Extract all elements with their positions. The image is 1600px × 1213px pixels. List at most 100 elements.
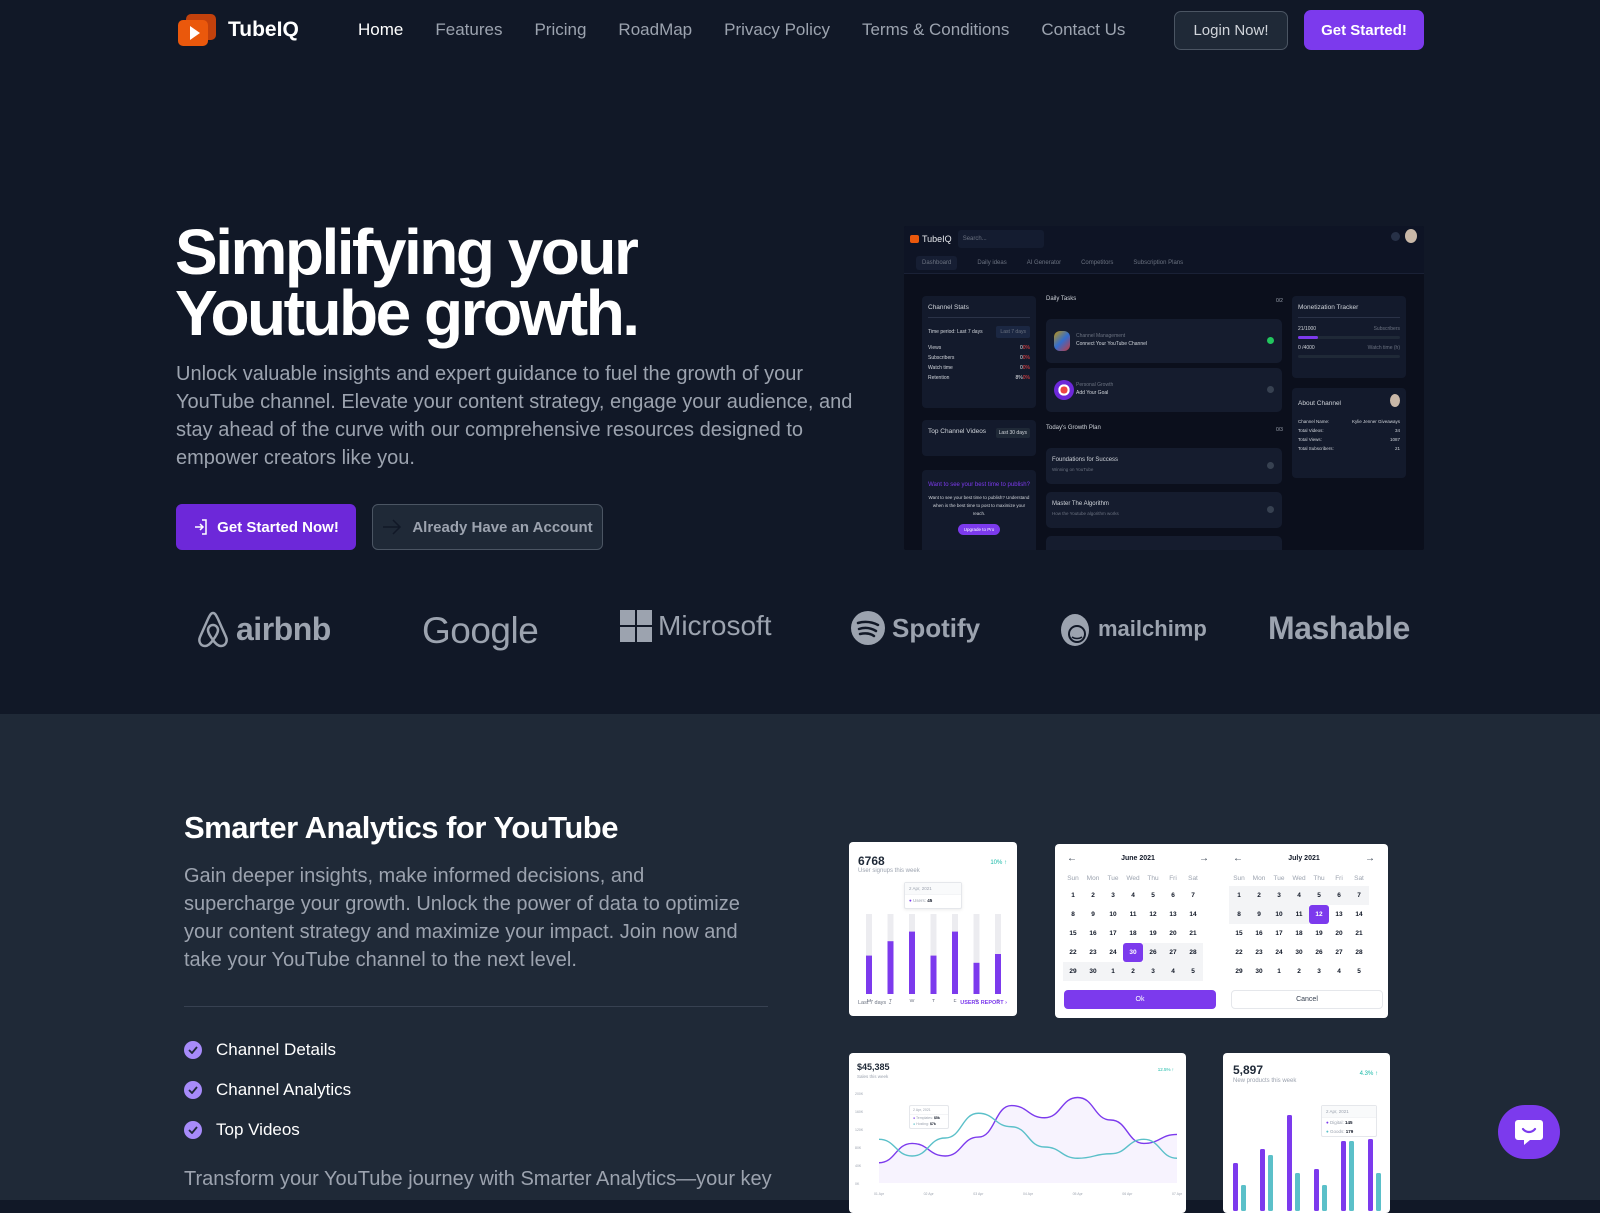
preview-about-value: Kylie Jenner Giveaways xyxy=(1351,419,1400,424)
calendar-day[interactable]: 13 xyxy=(1329,905,1349,924)
calendar-day[interactable]: 26 xyxy=(1309,943,1329,962)
calendar-day[interactable]: 22 xyxy=(1063,943,1083,962)
calendar-day[interactable]: 19 xyxy=(1143,924,1163,943)
calendar-day[interactable]: 20 xyxy=(1329,924,1349,943)
calendar-day[interactable]: 2 xyxy=(1289,962,1309,981)
calendar-day[interactable]: 21 xyxy=(1349,924,1369,943)
calendar-day[interactable]: 4 xyxy=(1329,962,1349,981)
calendar-day[interactable]: 29 xyxy=(1229,962,1249,981)
calendar-day[interactable]: 6 xyxy=(1329,886,1349,905)
calendar-day[interactable]: 9 xyxy=(1083,905,1103,924)
prev-month-icon[interactable]: ← xyxy=(1233,853,1243,864)
calendar-day[interactable]: 30 xyxy=(1289,943,1309,962)
nav-link-roadmap[interactable]: RoadMap xyxy=(618,20,692,40)
preview-period-label: Time period: Last 7 days xyxy=(928,329,983,335)
nav-link-home[interactable]: Home xyxy=(358,20,403,40)
login-button[interactable]: Login Now! xyxy=(1174,11,1288,50)
calendar-day[interactable]: 24 xyxy=(1103,943,1123,962)
calendar-day[interactable]: 3 xyxy=(1143,962,1163,981)
calendar-day[interactable]: 30 xyxy=(1249,962,1269,981)
x-tick-label: 07 Apr xyxy=(1172,1192,1183,1196)
already-have-account-button[interactable]: Already Have an Account xyxy=(372,504,603,550)
nav-link-contact[interactable]: Contact Us xyxy=(1041,20,1125,40)
signups-range-select[interactable]: Last 7 days ⌄ xyxy=(858,1000,892,1006)
calendar-day[interactable]: 27 xyxy=(1163,943,1183,962)
calendar-day[interactable]: 30 xyxy=(1123,943,1143,962)
calendar-day[interactable]: 26 xyxy=(1143,943,1163,962)
calendar-day[interactable]: 4 xyxy=(1163,962,1183,981)
calendar-day[interactable]: 3 xyxy=(1309,962,1329,981)
y-tick-label: 40K xyxy=(855,1164,862,1168)
calendar-day[interactable]: 2 xyxy=(1123,962,1143,981)
calendar-day[interactable]: 7 xyxy=(1349,886,1369,905)
calendar-day[interactable]: 1 xyxy=(1063,886,1083,905)
preview-watch-value: 0 /4000 xyxy=(1298,345,1315,351)
calendar-day[interactable]: 7 xyxy=(1183,886,1203,905)
calendar-day[interactable]: 23 xyxy=(1249,943,1269,962)
calendar-day[interactable]: 19 xyxy=(1309,924,1329,943)
calendar-ok-button[interactable]: Ok xyxy=(1064,990,1216,1009)
calendar-day[interactable]: 28 xyxy=(1183,943,1203,962)
get-started-button[interactable]: Get Started! xyxy=(1304,10,1424,50)
calendar-day[interactable]: 29 xyxy=(1063,962,1083,981)
calendar-cancel-button[interactable]: Cancel xyxy=(1231,990,1383,1009)
prev-month-icon[interactable]: ← xyxy=(1067,853,1077,864)
calendar-day[interactable]: 3 xyxy=(1103,886,1123,905)
calendar-day[interactable]: 2 xyxy=(1249,886,1269,905)
calendar-day[interactable]: 10 xyxy=(1103,905,1123,924)
users-report-link[interactable]: USERS REPORT › xyxy=(960,1000,1007,1006)
brand-logo[interactable]: TubeIQ xyxy=(176,14,299,46)
preview-monetization-title: Monetization Tracker xyxy=(1298,304,1359,311)
calendar-day[interactable]: 14 xyxy=(1349,905,1369,924)
calendar-day[interactable]: 17 xyxy=(1269,924,1289,943)
calendar-day[interactable]: 9 xyxy=(1249,905,1269,924)
calendar-day[interactable]: 16 xyxy=(1083,924,1103,943)
calendar-day[interactable]: 24 xyxy=(1269,943,1289,962)
calendar-day[interactable]: 12 xyxy=(1143,905,1163,924)
calendar-day[interactable]: 5 xyxy=(1183,962,1203,981)
calendar-day[interactable]: 5 xyxy=(1143,886,1163,905)
calendar-day[interactable]: 16 xyxy=(1249,924,1269,943)
calendar-day[interactable]: 5 xyxy=(1349,962,1369,981)
calendar-day[interactable]: 30 xyxy=(1083,962,1103,981)
calendar-day[interactable]: 15 xyxy=(1063,924,1083,943)
calendar-day[interactable]: 8 xyxy=(1229,905,1249,924)
nav-link-pricing[interactable]: Pricing xyxy=(534,20,586,40)
next-month-icon[interactable]: → xyxy=(1199,853,1209,864)
calendar-day[interactable]: 17 xyxy=(1103,924,1123,943)
calendar-day[interactable]: 18 xyxy=(1289,924,1309,943)
calendar-day[interactable]: 15 xyxy=(1229,924,1249,943)
calendar-day[interactable]: 10 xyxy=(1269,905,1289,924)
calendar-day[interactable]: 4 xyxy=(1123,886,1143,905)
calendar-day[interactable]: 8 xyxy=(1063,905,1083,924)
nav-link-features[interactable]: Features xyxy=(435,20,502,40)
calendar-day[interactable]: 21 xyxy=(1183,924,1203,943)
calendar-day[interactable]: 11 xyxy=(1123,905,1143,924)
nav-link-terms[interactable]: Terms & Conditions xyxy=(862,20,1009,40)
logo-spotify: Spotify xyxy=(850,610,980,646)
next-month-icon[interactable]: → xyxy=(1365,853,1375,864)
chat-widget-button[interactable] xyxy=(1498,1105,1560,1159)
calendar-day[interactable]: 12 xyxy=(1309,905,1329,924)
calendar-day[interactable]: 18 xyxy=(1123,924,1143,943)
calendar-day[interactable]: 27 xyxy=(1329,943,1349,962)
calendar-day[interactable]: 4 xyxy=(1289,886,1309,905)
calendar-day[interactable]: 11 xyxy=(1289,905,1309,924)
nav-link-privacy-policy[interactable]: Privacy Policy xyxy=(724,20,830,40)
calendar-day[interactable]: 13 xyxy=(1163,905,1183,924)
calendar-day[interactable]: 1 xyxy=(1229,886,1249,905)
calendar-day[interactable]: 1 xyxy=(1103,962,1123,981)
calendar-day[interactable]: 14 xyxy=(1183,905,1203,924)
calendar-day[interactable]: 1 xyxy=(1269,962,1289,981)
calendar-day[interactable]: 22 xyxy=(1229,943,1249,962)
calendar-day[interactable]: 28 xyxy=(1349,943,1369,962)
calendar-day[interactable]: 6 xyxy=(1163,886,1183,905)
calendar-day[interactable]: 5 xyxy=(1309,886,1329,905)
preview-task-category: Personal Growth xyxy=(1076,382,1114,388)
calendar-day[interactable]: 23 xyxy=(1083,943,1103,962)
top-nav: TubeIQ Home Features Pricing RoadMap Pri… xyxy=(0,0,1600,60)
calendar-day[interactable]: 3 xyxy=(1269,886,1289,905)
calendar-day[interactable]: 20 xyxy=(1163,924,1183,943)
get-started-now-button[interactable]: Get Started Now! xyxy=(176,504,356,550)
calendar-day[interactable]: 2 xyxy=(1083,886,1103,905)
